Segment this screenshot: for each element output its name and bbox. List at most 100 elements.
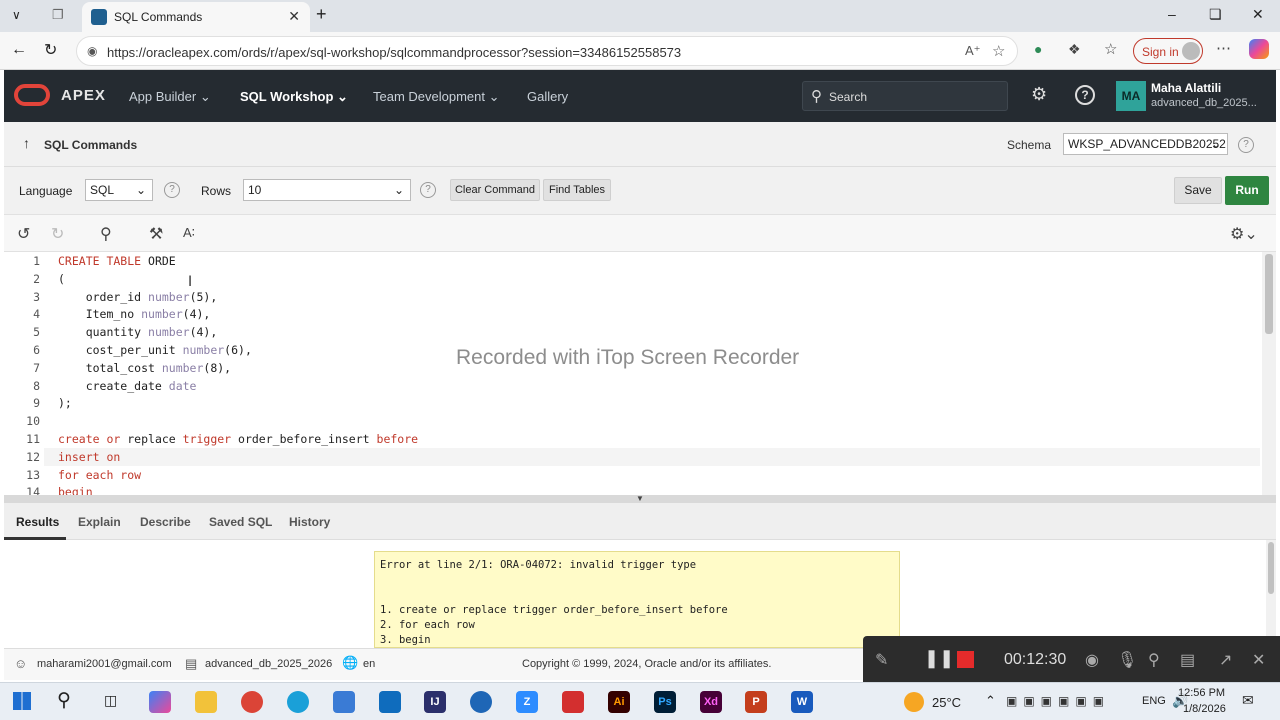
help-icon[interactable]: ? [1075,85,1095,105]
illustrator-icon[interactable]: Ai [608,691,630,713]
up-arrow-icon[interactable]: ↑ [23,135,30,151]
photoshop-icon[interactable]: Ps [654,691,676,713]
stop-icon[interactable] [957,651,974,668]
code-line[interactable]: order_id number(5), [58,290,218,304]
code-line[interactable]: ); [58,396,72,410]
run-button[interactable]: Run [1225,176,1269,205]
code-line[interactable]: for each row [58,468,141,482]
tab-history[interactable]: History [289,515,330,529]
weather-icon[interactable] [904,692,924,712]
apex-brand[interactable]: APEX [61,87,106,104]
temperature[interactable]: 25°C [932,695,961,710]
outlook-icon[interactable] [379,691,401,713]
oracle-logo-icon[interactable] [14,84,50,106]
admin-user-icon[interactable]: ⚙ [1031,84,1047,105]
avatar[interactable]: MA [1116,81,1146,111]
search-input[interactable]: ⚲ Search [802,81,1008,111]
tab-actions-icon[interactable]: ∨ [12,8,21,22]
caption-icon[interactable]: ▤ [1180,650,1195,670]
recorder-app-icon[interactable] [562,691,584,713]
tab-sql-commands[interactable]: SQL Commands ✕ [82,2,310,32]
zoom-icon[interactable]: ⚲ [1148,650,1160,670]
edge-icon[interactable] [287,691,309,713]
splitter-arrow-icon[interactable]: ▼ [636,494,644,503]
code-line[interactable]: create_date date [58,379,197,393]
find-tables-button[interactable]: Find Tables [543,179,611,201]
extensions-puzzle-icon[interactable]: ❖ [1068,41,1081,58]
start-icon[interactable] [13,692,31,710]
editor-scrollbar[interactable] [1262,252,1276,495]
app-icon[interactable] [470,691,492,713]
url-field[interactable]: ◉ https://oracleapex.com/ords/r/apex/sql… [76,36,1018,66]
task-view-icon[interactable]: ◫ [104,692,117,709]
code-line[interactable]: create or replace trigger order_before_i… [58,432,418,446]
rows-help-icon[interactable]: ? [420,182,436,198]
code-line[interactable]: begin [58,485,93,495]
minimize-icon[interactable]: – [1168,6,1176,22]
clear-command-button[interactable]: Clear Command [450,179,540,201]
sign-in-button[interactable]: Sign in [1133,38,1203,64]
favorite-star-icon[interactable]: ☆ [992,42,1005,60]
search-icon[interactable]: ⚲ [100,224,112,244]
tab-describe[interactable]: Describe [140,515,191,529]
copilot-icon[interactable] [1249,39,1269,59]
workspaces-icon[interactable]: ❐ [52,7,64,23]
nav-app-builder[interactable]: App Builder ⌄ [129,89,211,105]
code-editor[interactable]: 1 CREATE TABLE ORDE 2(3 order_id number(5)… [4,252,1276,495]
code-line[interactable]: ( [58,272,65,286]
code-line[interactable]: CREATE TABLE ORDE [58,254,176,268]
code-line[interactable]: quantity number(4), [58,325,218,339]
zoom-app-icon[interactable]: Z [516,691,538,713]
word-icon[interactable]: W [791,691,813,713]
pen-icon[interactable]: ✎ [875,650,888,670]
tab-explain[interactable]: Explain [78,515,121,529]
xd-icon[interactable]: Xd [700,691,722,713]
clock-time[interactable]: 12:56 PM [1178,687,1225,699]
schema-select[interactable]: WKSP_ADVANCEDDB20252 ⌄ [1063,133,1228,155]
store-icon[interactable] [333,691,355,713]
search-icon[interactable]: ⚲ [57,689,71,712]
favorites-icon[interactable]: ☆ [1104,40,1117,58]
settings-gear-icon[interactable]: ⚙⌄ [1230,224,1258,244]
tab-results[interactable]: Results [16,515,59,529]
language-select[interactable]: SQL ⌄ [85,179,153,201]
more-icon[interactable]: ⋯ [1216,39,1231,57]
mic-muted-icon[interactable]: 🎙 [1117,650,1137,670]
notification-icon[interactable]: ✉ [1242,692,1254,709]
scrollbar-thumb[interactable] [1265,254,1273,334]
nav-sql-workshop[interactable]: SQL Workshop ⌄ [240,89,348,105]
clock-date[interactable]: 1/8/2026 [1183,703,1226,715]
tray-icons[interactable]: ▣▣▣▣▣▣ [1006,694,1110,708]
site-info-icon[interactable]: ◉ [87,44,97,58]
splitter-handle[interactable]: ▼ [4,494,1276,503]
undo-icon[interactable]: ↺ [17,224,30,244]
nav-gallery[interactable]: Gallery [527,89,568,104]
language-help-icon[interactable]: ? [164,182,180,198]
keyboard-lang[interactable]: ENG [1142,695,1166,707]
pause-icon[interactable]: ❚❚ [924,648,954,669]
extension-icon[interactable]: ● [1034,41,1042,57]
close-icon[interactable]: ✕ [1252,650,1265,670]
refresh-icon[interactable]: ↻ [44,40,57,60]
redo-icon[interactable]: ↻ [51,224,64,244]
schema-help-icon[interactable]: ? [1238,137,1254,153]
save-button[interactable]: Save [1174,177,1222,204]
nav-team-development[interactable]: Team Development ⌄ [373,89,500,105]
read-aloud-icon[interactable]: A⁺ [965,43,981,59]
camera-icon[interactable]: ◉ [1085,650,1099,670]
tab-saved-sql[interactable]: Saved SQL [209,515,272,529]
code-line[interactable]: cost_per_unit number(6), [58,343,252,357]
back-icon[interactable]: ← [11,41,27,59]
intellij-icon[interactable]: IJ [424,691,446,713]
hammer-icon[interactable]: ⚒ [149,224,163,244]
rows-select[interactable]: 10 ⌄ [243,179,411,201]
chrome-icon[interactable] [241,691,263,713]
code-line[interactable]: Item_no number(4), [58,307,211,321]
results-scrollbar[interactable] [1266,540,1276,648]
close-icon[interactable]: ✕ [288,8,300,25]
globe-icon[interactable]: 🌐 [342,655,358,671]
window-close-icon[interactable]: ✕ [1252,6,1264,23]
copilot-app-icon[interactable] [149,691,171,713]
new-tab-icon[interactable]: + [316,4,327,25]
expand-icon[interactable]: ↗ [1219,650,1232,670]
